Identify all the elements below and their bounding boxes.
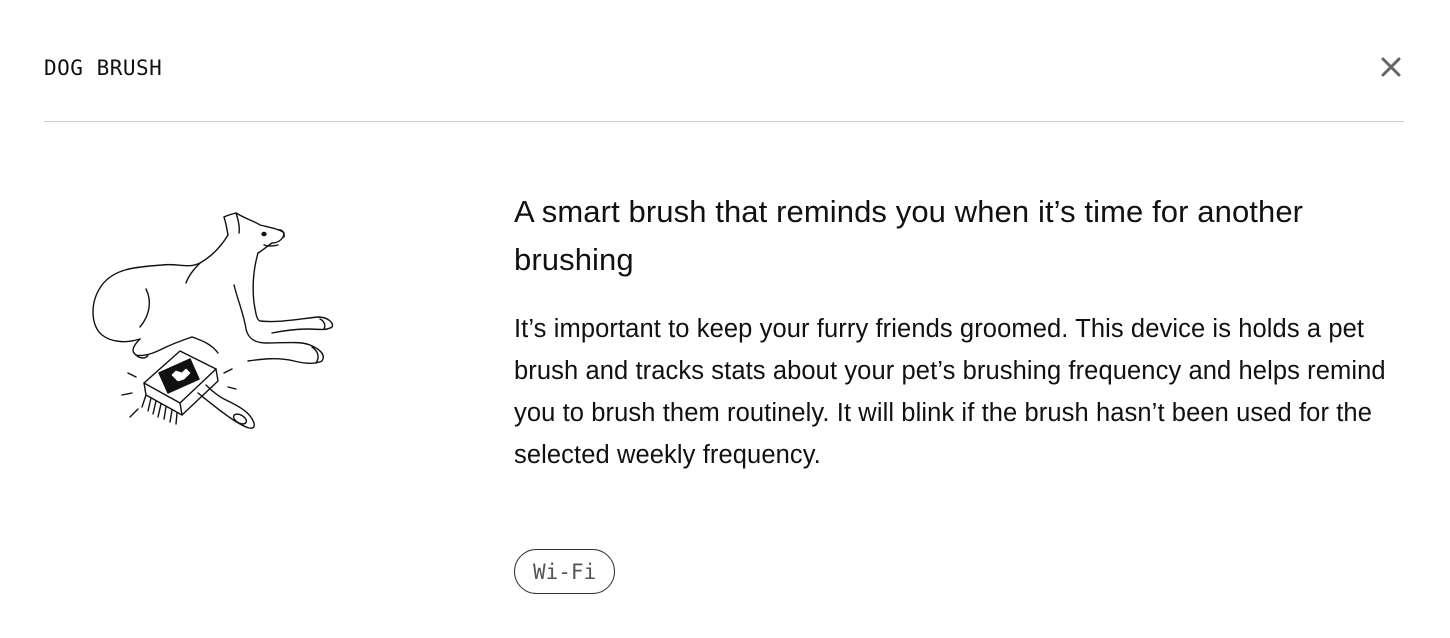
page-title: DOG BRUSH — [44, 56, 163, 80]
close-button[interactable] — [1378, 52, 1404, 82]
product-description: A smart brush that reminds you when it’s… — [514, 188, 1414, 476]
dog-with-brush-illustration-icon — [92, 212, 334, 429]
product-headline: A smart brush that reminds you when it’s… — [514, 194, 1304, 277]
product-description-text: It’s important to keep your furry friend… — [514, 315, 1386, 469]
modal-header: DOG BRUSH — [44, 0, 1404, 122]
dog-brush-illustration — [88, 205, 348, 440]
close-icon — [1381, 57, 1401, 77]
tag-wifi: Wi-Fi — [514, 549, 616, 594]
